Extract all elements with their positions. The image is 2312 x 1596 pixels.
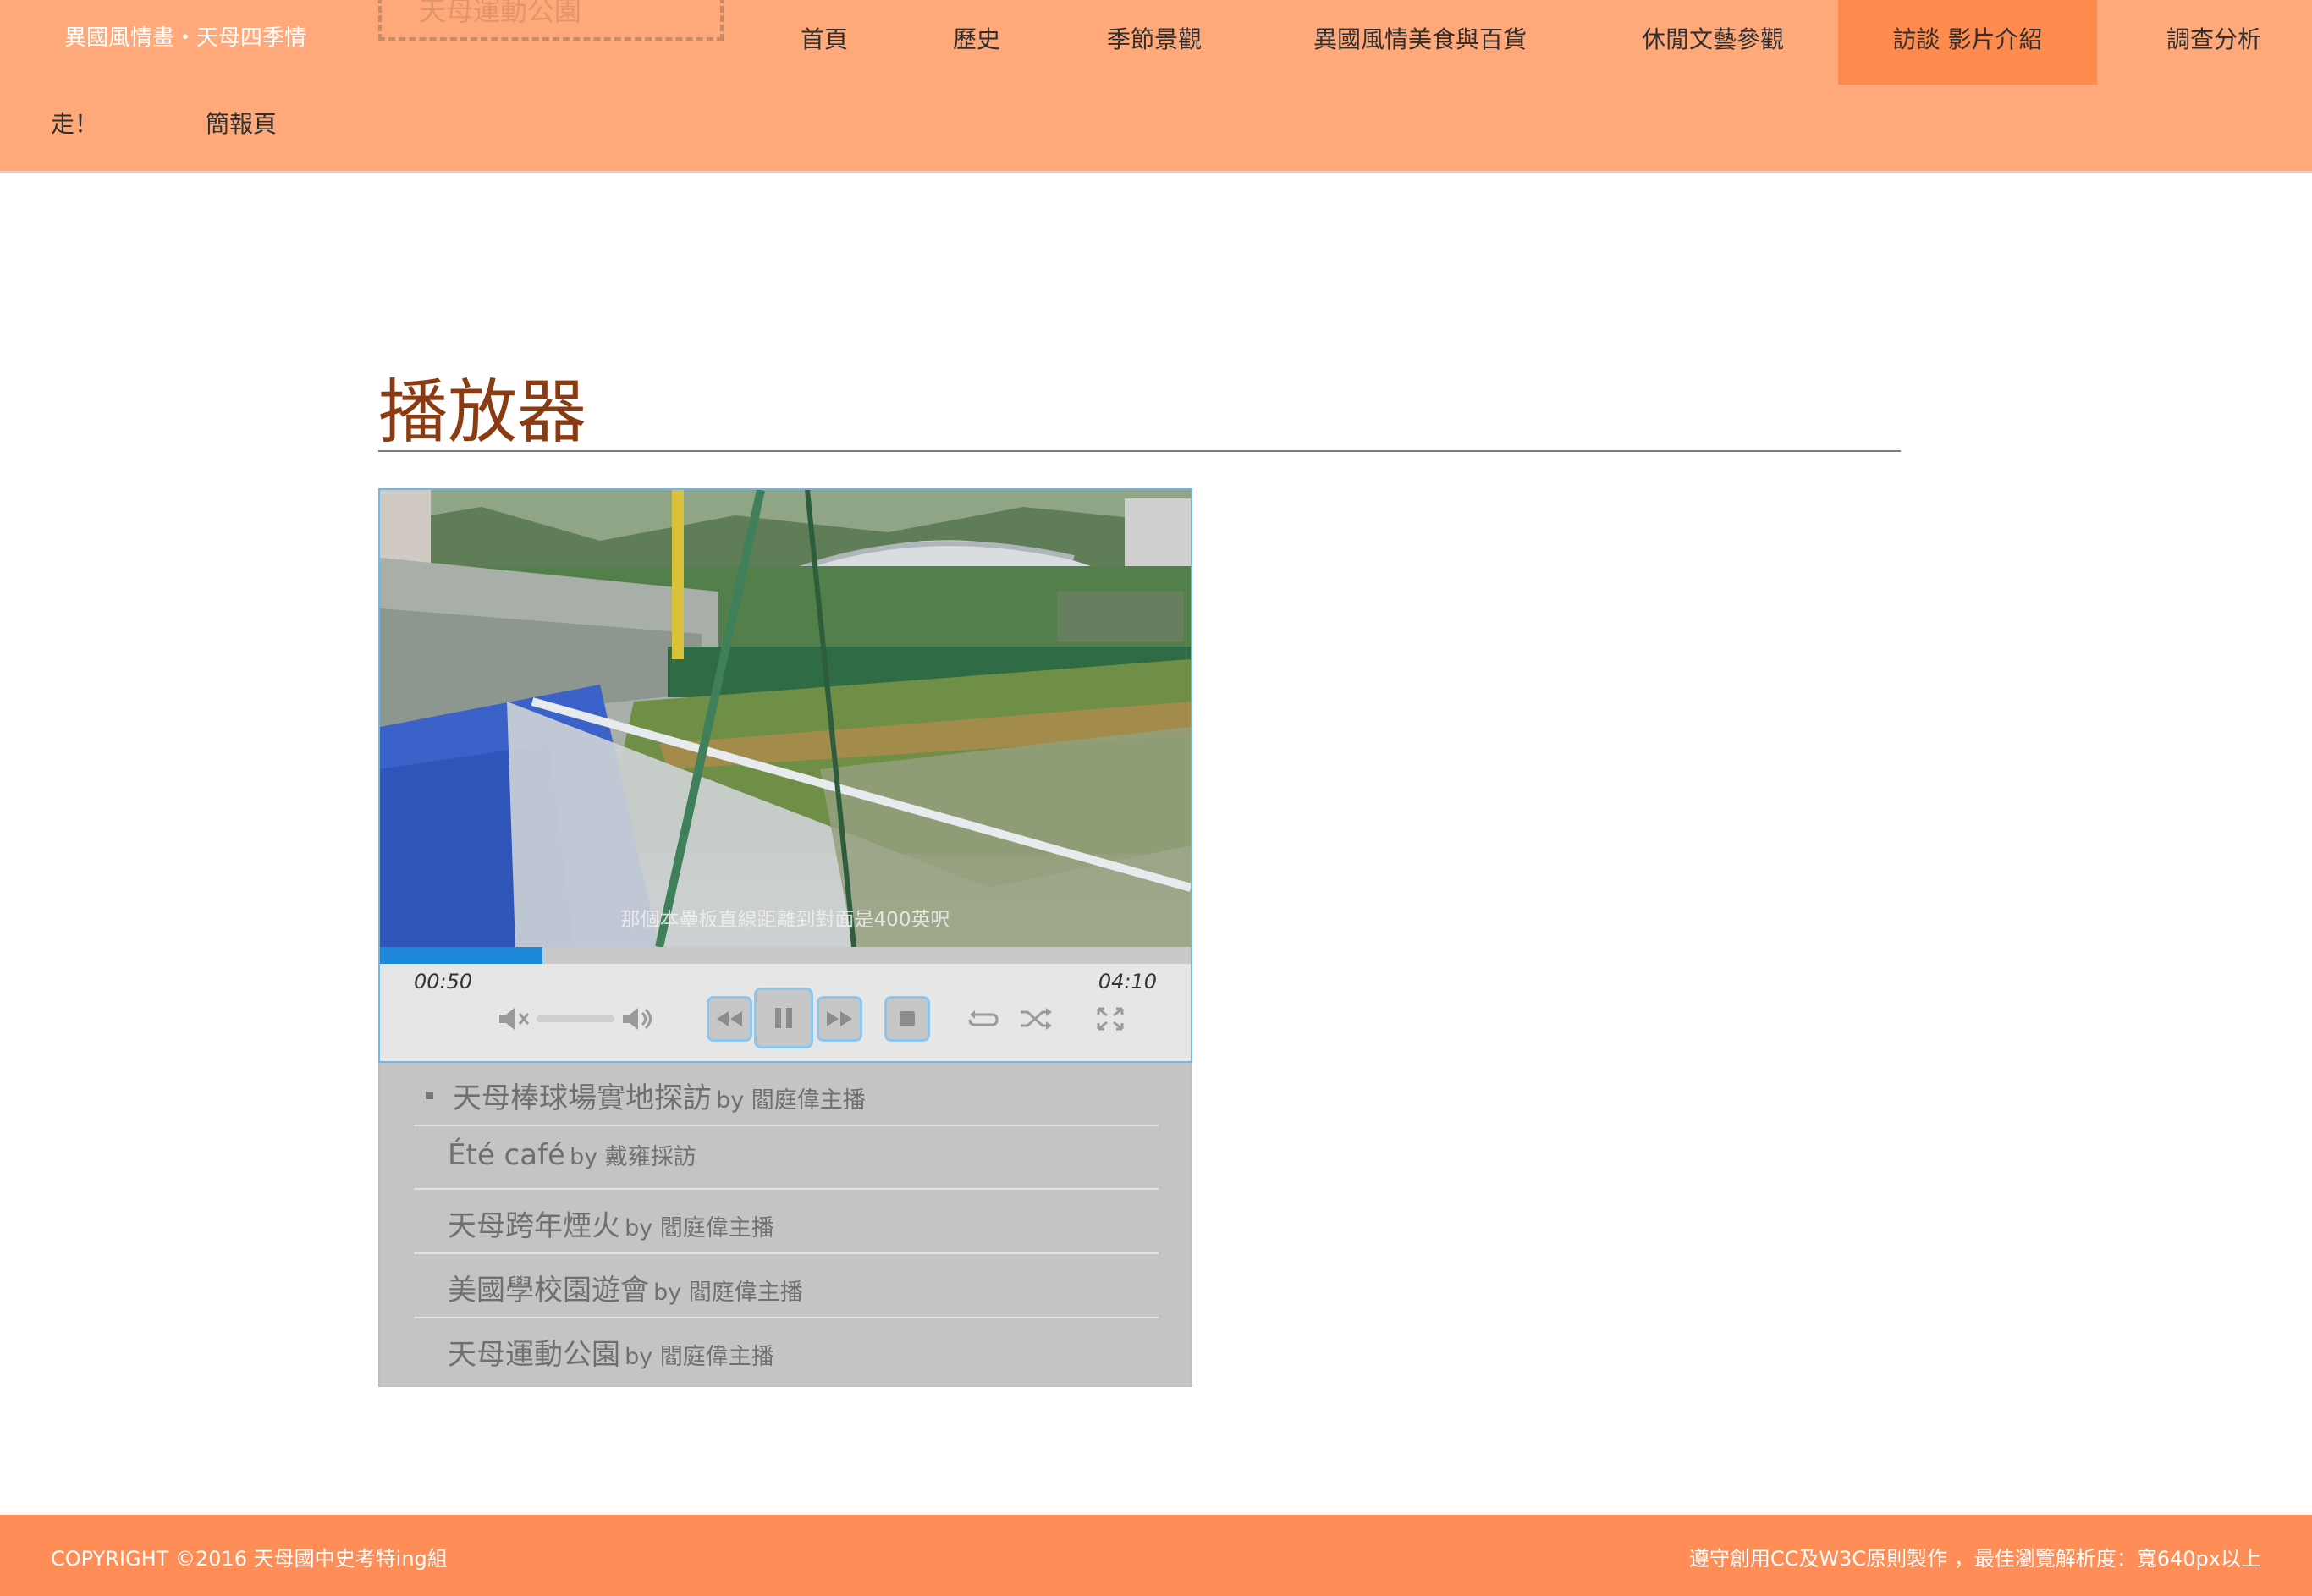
stop-icon[interactable] [884,996,930,1042]
video-frame[interactable]: 那個本壘板直線距離到對面是400英呎 [380,490,1191,947]
playlist-item-author: by 閻庭偉主播 [625,1344,774,1370]
nav-exotic-food-shopping[interactable]: 異國風情美食與百貨 [1295,0,1545,85]
footer-notice: 遵守創用CC及W3C原則製作 ，最佳瀏覽解析度：寬640px以上 [1688,1547,2261,1571]
footer-copyright: COPYRIGHT ©2016 天母國中史考特ing組 [51,1547,448,1571]
playlist-item[interactable]: 天母棒球場實地探訪 by 閻庭偉主播 [414,1063,1159,1126]
playlist-item-title: 天母跨年煙火 [448,1209,620,1243]
playlist-item-author: by 戴雍採訪 [570,1144,696,1170]
nav-survey-analysis[interactable]: 調查分析 [2138,0,2290,85]
page-title: 播放器 [378,372,587,453]
nav-leisure-arts[interactable]: 休閒文藝參觀 [1625,0,1801,85]
nav-presentation[interactable]: 簡報頁 [186,85,296,169]
mute-icon[interactable] [495,999,534,1038]
volume-slider[interactable] [537,1015,614,1022]
playlist-item[interactable]: 美國學校園遊會 by 閻庭偉主播 [414,1255,1159,1318]
playlist-item-title: 天母運動公園 [448,1338,620,1372]
fullscreen-icon[interactable] [1091,999,1130,1038]
site-header: 天母運動公園 異國風情畫・天母四季情 首頁 歷史 季節景觀 異國風情美食與百貨 … [0,0,2312,173]
nav-history[interactable]: 歷史 [924,0,1029,85]
playlist-item[interactable]: Été café by 戴雍採訪 [414,1126,1159,1190]
playlist-item-author: by 閻庭偉主播 [625,1215,774,1241]
playlist-item-title: 美國學校園遊會 [448,1274,649,1307]
playlist-item[interactable]: 天母運動公園 by 閻庭偉主播 [414,1319,1159,1383]
rewind-icon[interactable] [707,996,752,1042]
shuffle-icon[interactable] [1016,999,1055,1038]
current-time: 00:50 [414,970,473,993]
total-duration: 04:10 [1098,970,1157,993]
playlist: 天母棒球場實地探訪 by 閻庭偉主播 Été café by 戴雍採訪 天母跨年… [378,1063,1192,1387]
playlist-item-title: Été café [448,1138,565,1172]
fast-forward-icon[interactable] [817,996,862,1042]
stadium-scene-image [380,490,1191,947]
nav-seasonal-scenery[interactable]: 季節景觀 [1083,0,1225,85]
progress-bar[interactable] [380,947,1191,964]
playlist-item-author: by 閻庭偉主播 [716,1087,866,1114]
volume-icon[interactable] [619,999,658,1038]
nav-go[interactable]: 走！ [34,85,115,169]
video-player: 那個本壘板直線距離到對面是400英呎 00:50 04:10 [378,488,1192,1063]
site-footer: COPYRIGHT ©2016 天母國中史考特ing組 遵守創用CC及W3C原則… [0,1515,2312,1596]
nav-home[interactable]: 首頁 [772,0,877,85]
playlist-item-author: by 閻庭偉主播 [653,1280,803,1306]
current-item-bullet [426,1092,433,1099]
title-divider [378,450,1901,452]
progress-fill [380,947,542,964]
playlist-item-title: 天母棒球場實地探訪 [453,1081,712,1115]
video-subtitle: 那個本壘板直線距離到對面是400英呎 [620,909,950,931]
ghost-dropdown-label[interactable]: 天母運動公園 [378,0,724,41]
playlist-item[interactable]: 天母跨年煙火 by 閻庭偉主播 [414,1191,1159,1254]
repeat-icon[interactable] [964,999,1003,1038]
pause-icon[interactable] [754,988,813,1048]
nav-interview-video[interactable]: 訪談 影片介紹 [1838,0,2097,85]
site-brand[interactable]: 異國風情畫・天母四季情 [64,20,306,52]
